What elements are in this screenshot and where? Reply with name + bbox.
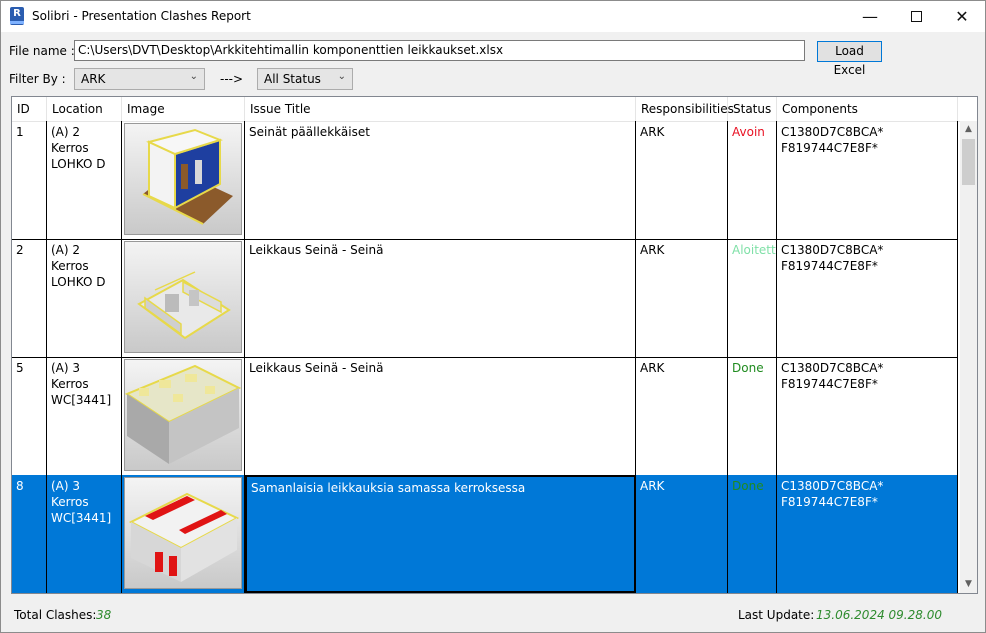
- close-button[interactable]: ✕: [939, 1, 985, 32]
- cell-image: [122, 239, 245, 357]
- window-title: Solibri - Presentation Clashes Report: [32, 9, 251, 23]
- chevron-down-icon: ⌄: [189, 71, 198, 82]
- cell-location: (A) 3 Kerros WC[3441]: [47, 357, 122, 475]
- last-update-label: Last Update:: [738, 608, 815, 622]
- cell-id: 2: [12, 239, 47, 357]
- cell-issue-title[interactable]: Samanlaisia leikkauksia samassa kerrokse…: [245, 475, 636, 593]
- maximize-icon: [910, 11, 922, 22]
- scroll-down-icon[interactable]: ▼: [960, 576, 977, 593]
- cell-id: 1: [12, 121, 47, 239]
- cell-issue-title: Leikkaus Seinä - Seinä: [245, 239, 636, 357]
- cell-components: C1380D7C8BCA* F819744C7E8F*: [777, 121, 958, 239]
- clash-thumbnail-image[interactable]: [124, 241, 242, 353]
- table-row[interactable]: 1 (A) 2 Kerros LOHKO D Seinät päällekkäi…: [12, 121, 958, 240]
- vertical-scrollbar[interactable]: ▲ ▼: [960, 121, 977, 593]
- close-icon: ✕: [955, 7, 969, 26]
- minimize-button[interactable]: —: [847, 1, 893, 32]
- cell-issue-title: Leikkaus Seinä - Seinä: [245, 357, 636, 475]
- clash-thumbnail-image[interactable]: [124, 359, 242, 471]
- cell-responsibility: ARK: [636, 121, 728, 239]
- cell-status: Done: [728, 475, 777, 593]
- scrollbar-thumb[interactable]: [962, 139, 975, 185]
- clash-thumbnail-image[interactable]: [124, 477, 242, 589]
- clashes-table: ID Location Image Issue Title Responsibi…: [11, 96, 978, 594]
- filter-by-label: Filter By :: [9, 72, 66, 86]
- cell-responsibility: ARK: [636, 239, 728, 357]
- cell-responsibility: ARK: [636, 357, 728, 475]
- table-row[interactable]: 5 (A) 3 Kerros WC[3441] Leikkaus Seinä -…: [12, 357, 958, 476]
- column-header-issue-title[interactable]: Issue Title: [245, 97, 636, 121]
- title-bar: R Solibri - Presentation Clashes Report …: [1, 1, 985, 32]
- total-clashes-label: Total Clashes:: [14, 608, 97, 622]
- app-logo-icon: R: [10, 7, 24, 25]
- column-header-image[interactable]: Image: [122, 97, 245, 121]
- table-row-selected[interactable]: 8 (A) 3 Kerros WC[3441] Samanlaisia leik…: [12, 475, 958, 593]
- cell-location: (A) 2 Kerros LOHKO D: [47, 239, 122, 357]
- cell-image: [122, 121, 245, 239]
- status-filter-select[interactable]: All Status ⌄: [257, 68, 353, 90]
- file-path-field[interactable]: C:\Users\DVT\Desktop\Arkkitehtimallin ko…: [74, 40, 805, 61]
- column-header-components[interactable]: Components: [777, 97, 958, 121]
- cell-id: 8: [12, 475, 47, 593]
- column-header-location[interactable]: Location: [47, 97, 122, 121]
- cell-status: Aloitettu: [728, 239, 777, 357]
- clash-thumbnail-image[interactable]: [124, 123, 242, 235]
- minimize-icon: —: [862, 7, 878, 26]
- maximize-button[interactable]: [893, 1, 939, 32]
- cell-status: Done: [728, 357, 777, 475]
- filter-arrow-text: --->: [220, 72, 244, 86]
- column-header-responsibilities[interactable]: Responsibilities: [636, 97, 734, 121]
- table-header: ID Location Image Issue Title Responsibi…: [12, 97, 977, 122]
- cell-id: 5: [12, 357, 47, 475]
- app-window: R Solibri - Presentation Clashes Report …: [0, 0, 986, 633]
- cell-status: Avoin: [728, 121, 777, 239]
- cell-location: (A) 3 Kerros WC[3441]: [47, 475, 122, 593]
- cell-responsibility: ARK: [636, 475, 728, 593]
- load-excel-button[interactable]: Load Excel: [817, 41, 882, 77]
- total-clashes-value: 38: [96, 608, 112, 622]
- cell-issue-title: Seinät päällekkäiset: [245, 121, 636, 239]
- column-header-id[interactable]: ID: [12, 97, 47, 121]
- status-filter-value: All Status: [264, 72, 321, 86]
- cell-components: C1380D7C8BCA* F819744C7E8F*: [777, 239, 958, 357]
- responsibility-filter-select[interactable]: ARK ⌄: [74, 68, 205, 90]
- chevron-down-icon: ⌄: [337, 71, 346, 82]
- cell-components: C1380D7C8BCA* F819744C7E8F*: [777, 357, 958, 475]
- cell-components: C1380D7C8BCA* F819744C7E8F*: [777, 475, 958, 593]
- last-update-value: 13.06.2024 09.28.00: [816, 608, 942, 622]
- cell-image: [122, 475, 245, 593]
- column-header-status[interactable]: Status: [728, 97, 777, 121]
- cell-location: (A) 2 Kerros LOHKO D: [47, 121, 122, 239]
- cell-image: [122, 357, 245, 475]
- table-row[interactable]: 2 (A) 2 Kerros LOHKO D Leikkaus Seinä - …: [12, 239, 958, 358]
- file-name-label: File name :: [9, 44, 75, 58]
- scroll-up-icon[interactable]: ▲: [960, 121, 977, 138]
- responsibility-filter-value: ARK: [81, 72, 106, 86]
